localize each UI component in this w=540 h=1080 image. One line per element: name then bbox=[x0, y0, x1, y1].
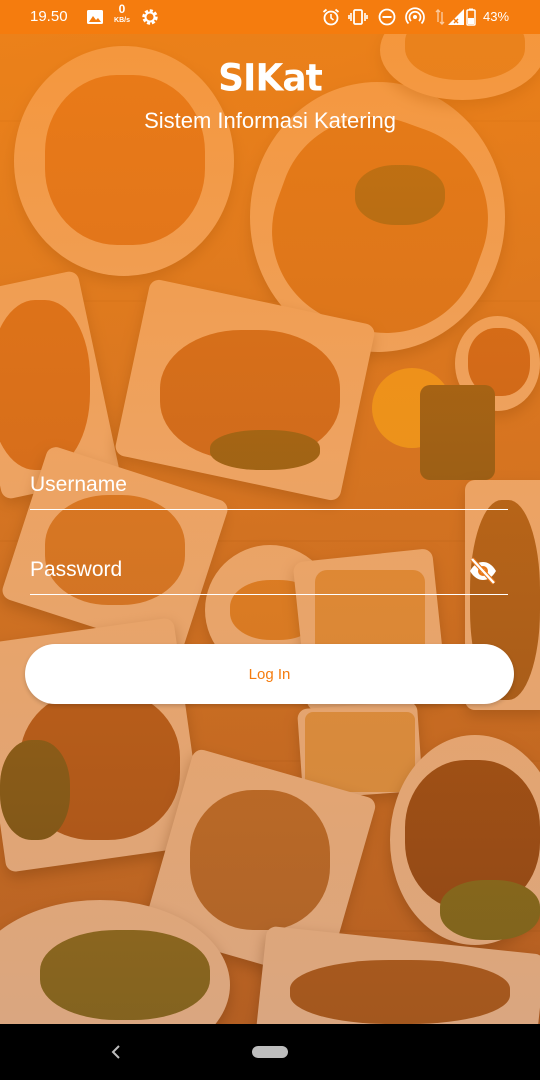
password-field[interactable] bbox=[30, 550, 508, 595]
hotspot-icon bbox=[405, 7, 425, 25]
password-input[interactable] bbox=[30, 550, 460, 590]
settings-icon bbox=[142, 9, 158, 25]
login-button[interactable]: Log In bbox=[25, 644, 514, 704]
username-field[interactable] bbox=[30, 465, 508, 510]
eye-off-icon[interactable] bbox=[468, 556, 498, 586]
net-speed-value: 0 bbox=[118, 2, 126, 16]
orange-overlay bbox=[0, 0, 540, 1024]
signal-icon bbox=[448, 9, 464, 25]
status-time: 19.50 bbox=[30, 8, 68, 25]
battery-icon bbox=[466, 8, 476, 26]
vibrate-icon bbox=[348, 9, 368, 25]
do-not-disturb-icon bbox=[378, 8, 396, 26]
login-screen: 19.50 0 KB/s 43% SIKat Sistem Informasi … bbox=[0, 0, 540, 1080]
app-subtitle: Sistem Informasi Katering bbox=[144, 108, 396, 133]
battery-percent: 43% bbox=[483, 9, 510, 24]
back-icon[interactable] bbox=[106, 1040, 126, 1064]
status-bar: 19.50 0 KB/s 43% bbox=[0, 0, 540, 34]
home-pill-icon[interactable] bbox=[252, 1046, 288, 1058]
alarm-icon bbox=[322, 8, 340, 26]
image-icon bbox=[87, 10, 103, 24]
net-speed: 0 KB/s bbox=[111, 2, 133, 26]
app-logo: SIKat bbox=[218, 56, 323, 101]
net-speed-unit: KB/s bbox=[114, 17, 130, 24]
username-input[interactable] bbox=[30, 465, 460, 505]
